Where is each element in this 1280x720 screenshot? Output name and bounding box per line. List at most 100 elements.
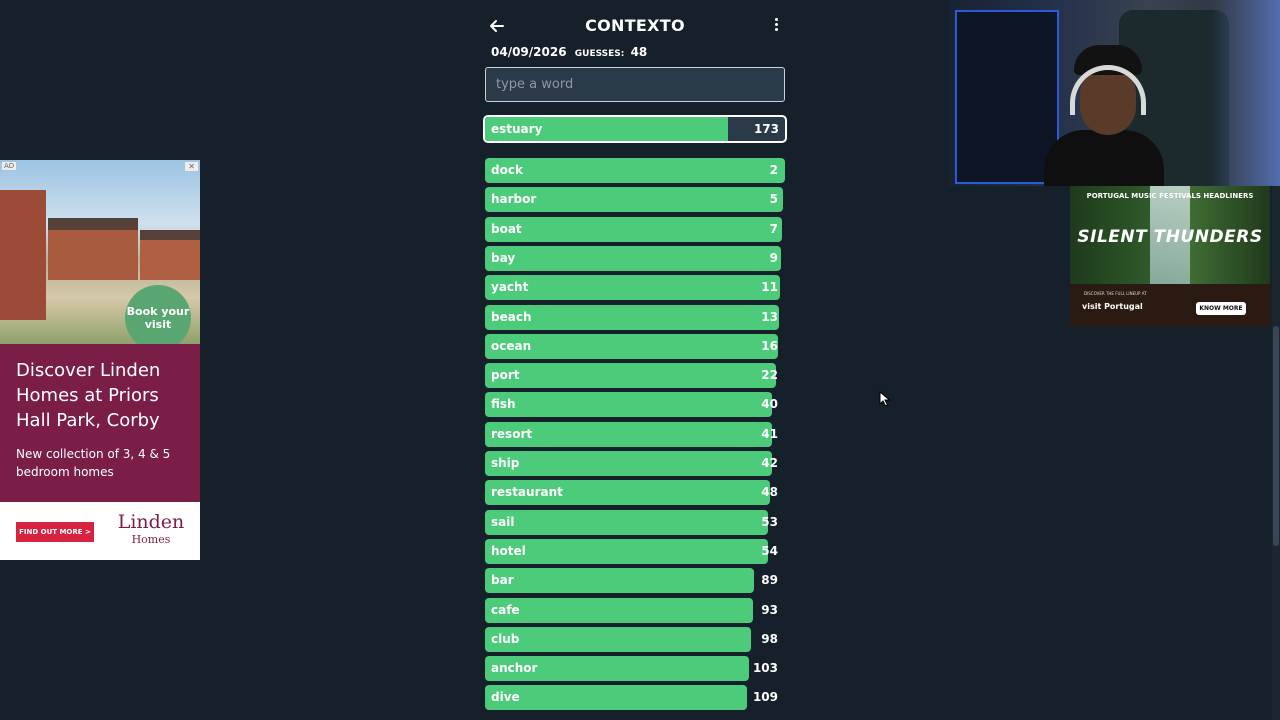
guess-rank: 89 (761, 573, 778, 587)
right-advertisement[interactable]: PORTUGAL MUSIC FESTIVALS HEADLINERS SILE… (1070, 186, 1270, 326)
guess-word: yacht (491, 280, 529, 294)
guess-word: hotel (491, 544, 526, 558)
current-guess-row: estuary 173 (483, 115, 787, 143)
guess-word: bar (491, 573, 514, 587)
scrollbar-thumb[interactable] (1273, 326, 1279, 546)
guess-row: restaurant 48 (485, 480, 785, 505)
book-visit-badge[interactable]: Book your visit (125, 285, 191, 351)
guess-rank: 54 (761, 544, 778, 558)
guess-word: harbor (491, 192, 537, 206)
guess-similarity-bar (485, 275, 780, 300)
guess-similarity-bar (485, 539, 768, 564)
guess-similarity-bar (485, 363, 776, 388)
guess-row: yacht 11 (485, 275, 785, 300)
guess-row: beach 13 (485, 305, 785, 330)
guess-rank: 98 (761, 632, 778, 646)
find-out-more-button[interactable]: FIND OUT MORE > (16, 522, 94, 542)
guess-word: bay (491, 251, 516, 265)
ad-text-panel: Discover Linden Homes at Priors Hall Par… (0, 344, 200, 502)
guess-word: dive (491, 690, 520, 704)
ad-headline: Discover Linden Homes at Priors Hall Par… (16, 360, 161, 431)
guess-word: beach (491, 310, 532, 324)
guess-row: hotel 54 (485, 539, 785, 564)
guess-word: resort (491, 427, 533, 441)
guess-word: boat (491, 222, 522, 236)
guess-rank: 41 (761, 427, 778, 441)
page-scrollbar[interactable] (1272, 186, 1280, 720)
guess-word: anchor (491, 661, 538, 675)
guess-rank: 93 (761, 603, 778, 617)
guess-row: harbor 5 (485, 187, 785, 212)
ad-badge: AD (2, 162, 17, 170)
guess-rank: 13 (761, 310, 778, 324)
guess-row: dive 109 (485, 685, 785, 710)
guess-row: sail 53 (485, 510, 785, 535)
linden-homes-logo: Linden Homes (116, 511, 186, 547)
guess-word: ocean (491, 339, 532, 353)
guess-rank: 22 (761, 368, 778, 382)
guess-similarity-bar (485, 217, 782, 242)
left-advertisement[interactable]: AD ✕ Book your visit Discover Linden Hom… (0, 160, 200, 560)
word-input[interactable] (485, 67, 785, 102)
guess-rank: 48 (761, 485, 778, 499)
guess-similarity-bar (485, 510, 768, 535)
guess-row: bar 89 (485, 568, 785, 593)
more-vertical-icon[interactable] (771, 16, 781, 38)
guess-rank: 5 (769, 192, 778, 206)
logo-line-1: Linden (117, 511, 185, 533)
guess-word: port (491, 368, 520, 382)
festival-title: SILENT THUNDERS (1077, 227, 1263, 247)
guesses-label: GUESSES: (574, 49, 625, 59)
ad-footer: DISCOVER THE FULL LINEUP AT visit Portug… (1070, 284, 1270, 326)
guess-row: boat 7 (485, 217, 785, 242)
guess-rank: 11 (761, 280, 778, 294)
current-guess-word: estuary (491, 122, 543, 136)
guess-row: cafe 93 (485, 598, 785, 623)
game-info: 04/09/2026 GUESSES: 48 (491, 45, 647, 59)
guess-similarity-bar (485, 158, 785, 183)
guess-word: sail (491, 515, 515, 529)
guess-similarity-bar (485, 685, 747, 710)
guess-rank: 40 (761, 397, 778, 411)
guess-similarity-bar (485, 451, 772, 476)
streamer (1044, 45, 1164, 186)
guess-rank: 9 (769, 251, 778, 265)
guess-word: fish (491, 397, 516, 411)
guess-rank: 53 (761, 515, 778, 529)
guess-row: bay 9 (485, 246, 785, 271)
guess-word: cafe (491, 603, 520, 617)
game-date: 04/09/2026 (491, 45, 567, 59)
guess-row: resort 41 (485, 422, 785, 447)
logo-line-2: Homes (131, 533, 171, 546)
guess-word: club (491, 632, 520, 646)
guess-rank: 42 (761, 456, 778, 470)
guess-rank: 2 (769, 163, 778, 177)
guess-rank: 7 (769, 222, 778, 236)
guess-rank: 103 (752, 661, 778, 675)
discover-text: DISCOVER THE FULL LINEUP AT (1084, 291, 1147, 296)
know-more-button[interactable]: KNOW MORE (1196, 302, 1246, 315)
visit-portugal-logo: visit Portugal (1082, 302, 1143, 311)
guess-row: ship 42 (485, 451, 785, 476)
guess-word: ship (491, 456, 520, 470)
guess-word: dock (491, 163, 523, 177)
guess-similarity-bar (485, 392, 772, 417)
webcam-overlay (949, 0, 1280, 186)
guess-row: fish 40 (485, 392, 785, 417)
guess-similarity-bar (485, 627, 751, 652)
guess-row: club 98 (485, 627, 785, 652)
guesses-count: 48 (630, 45, 648, 59)
guess-row: ocean 16 (485, 334, 785, 359)
current-guess-rank: 173 (753, 122, 779, 136)
guess-row: anchor 103 (485, 656, 785, 681)
guess-similarity-bar (485, 598, 753, 623)
guess-word: restaurant (491, 485, 563, 499)
guess-similarity-bar (485, 568, 754, 593)
ad-close-icon[interactable]: ✕ (185, 162, 198, 171)
ad-subtext: New collection of 3, 4 & 5 bedroom homes (16, 447, 171, 479)
game-panel: CONTEXTO 04/09/2026 GUESSES: 48 estuary … (483, 0, 787, 710)
app-title: CONTEXTO (585, 16, 685, 35)
guess-rank: 16 (761, 339, 778, 353)
guess-similarity-bar (485, 246, 781, 271)
mouse-cursor-icon (879, 391, 891, 407)
